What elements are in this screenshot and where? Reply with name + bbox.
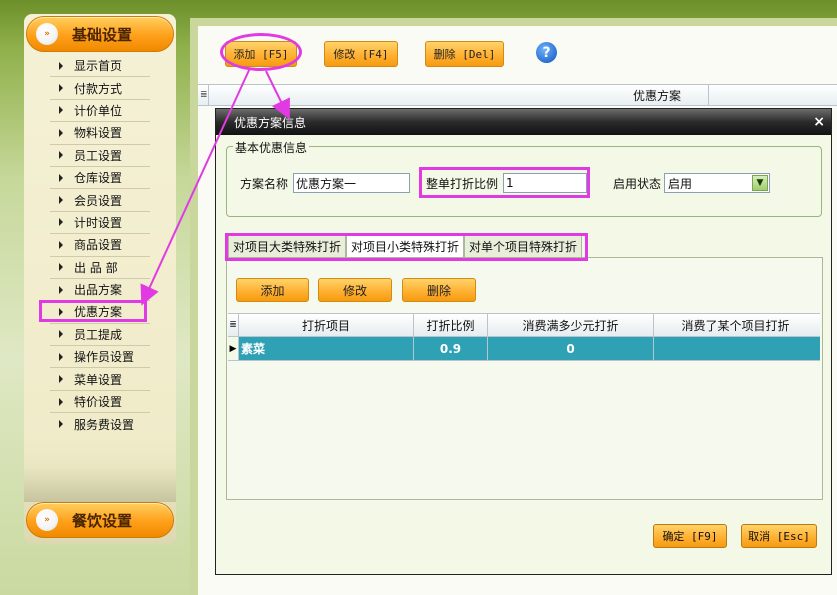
table-cell[interactable]: 素菜 [239,337,414,360]
sidebar-item-warehouse-settings[interactable]: 仓库设置 [50,167,150,190]
category-basic-settings-label: 基础设置 [72,25,133,44]
table-row[interactable]: ▶ 素菜 0.9 0 [228,337,820,361]
edit-button[interactable]: 修改 [F4] [324,41,398,67]
triangle-right-icon [59,240,63,249]
sidebar-item-label: 显示首页 [74,59,123,74]
status-select-value: 启用 [668,176,693,191]
triangle-right-icon [59,106,63,115]
grid-column-divider [208,85,209,105]
sidebar-item-output-dept[interactable]: 出 品 部 [50,257,150,279]
category-basic-settings-button[interactable]: » 基础设置 [26,16,174,52]
category-catering-settings-button[interactable]: » 餐饮设置 [26,502,174,538]
grid-column-divider [708,85,709,105]
row-pointer-icon: ▶ [228,337,239,360]
table-cell[interactable] [654,337,817,360]
sidebar-item-label: 付款方式 [74,81,123,96]
double-chevron-right-icon: » [36,509,58,531]
sidebar-item-payment-methods[interactable]: 付款方式 [50,77,150,100]
triangle-right-icon [59,128,63,137]
sidebar-item-label: 服务费设置 [74,417,135,432]
grid-column-discount-scheme[interactable]: 优惠方案 [408,87,837,104]
sidebar-footer-area [24,468,176,502]
annotation-ellipse-add-button [220,33,302,71]
sidebar-menu: 显示首页 付款方式 计价单位 物料设置 员工设置 仓库设置 会员设置 计时设置 … [50,55,150,436]
column-header[interactable]: 打折项目 [239,314,414,336]
sidebar-item-label: 物料设置 [74,126,123,141]
sidebar-item-output-scheme[interactable]: 出品方案 [50,279,150,302]
table-cell[interactable]: 0.9 [414,337,488,360]
sidebar-item-label: 菜单设置 [74,372,123,387]
tab-panel [226,257,823,500]
scheme-name-field[interactable]: 优惠方案一 [293,173,410,193]
column-header[interactable]: 打折比例 [414,314,488,336]
status-label: 启用状态 [613,177,662,191]
triangle-right-icon [59,352,63,361]
column-header[interactable]: 消费了某个项目打折 [654,314,817,336]
sidebar-item-label: 计时设置 [74,215,123,230]
annotation-box-discount-ratio [419,167,590,198]
annotation-box-tabs [225,233,588,261]
sidebar-item-material-settings[interactable]: 物料设置 [50,122,150,145]
triangle-right-icon [59,420,63,429]
sidebar-item-special-price[interactable]: 特价设置 [50,391,150,414]
sidebar-item-staff-commission[interactable]: 员工提成 [50,324,150,347]
triangle-right-icon [59,285,63,294]
triangle-right-icon [59,84,63,93]
delete-button[interactable]: 删除 [Del] [425,41,504,67]
discount-items-table: ≣ 打折项目 打折比例 消费满多少元打折 消费了某个项目打折 ▶ 素菜 0.9 … [228,313,820,361]
ok-button[interactable]: 确定 [F9] [653,524,727,548]
sidebar-item-label: 仓库设置 [74,171,123,186]
dialog-title: 优惠方案信息 [234,115,307,130]
sidebar-item-staff-settings[interactable]: 员工设置 [50,145,150,167]
triangle-right-icon [59,196,63,205]
sidebar-item-display-home[interactable]: 显示首页 [50,55,150,78]
table-cell[interactable]: 0 [488,337,654,360]
triangle-right-icon [59,218,63,227]
sidebar-item-label: 出品方案 [74,283,123,298]
status-select[interactable]: 启用 ▼ [664,173,770,193]
group-title: 基本优惠信息 [233,139,310,156]
sidebar-item-pricing-units[interactable]: 计价单位 [50,100,150,123]
sidebar-item-label: 操作员设置 [74,350,135,365]
main-grid-header: ≣ 优惠方案 [198,84,837,106]
chevron-down-icon[interactable]: ▼ [752,175,768,191]
sidebar-item-operator-settings[interactable]: 操作员设置 [50,346,150,369]
grid-menu-icon[interactable]: ≣ [200,90,208,100]
sidebar-item-label: 特价设置 [74,395,123,410]
inner-delete-button[interactable]: 删除 [402,278,476,302]
sidebar-item-label: 员工提成 [74,327,123,342]
triangle-right-icon [59,61,63,70]
inner-edit-button[interactable]: 修改 [318,278,392,302]
dialog-title-bar[interactable]: 优惠方案信息 × [216,109,831,135]
double-chevron-right-icon: » [36,23,58,45]
triangle-right-icon [59,151,63,160]
triangle-right-icon [59,330,63,339]
sidebar-item-label: 会员设置 [74,193,123,208]
sidebar-item-label: 员工设置 [74,148,123,163]
sidebar-item-service-fee[interactable]: 服务费设置 [50,413,150,435]
sidebar-item-product-settings[interactable]: 商品设置 [50,234,150,257]
table-header-row: ≣ 打折项目 打折比例 消费满多少元打折 消费了某个项目打折 [228,313,820,337]
sidebar-item-label: 商品设置 [74,238,123,253]
column-header[interactable]: 消费满多少元打折 [488,314,654,336]
scheme-name-label: 方案名称 [240,177,289,191]
triangle-right-icon [59,397,63,406]
sidebar-item-member-settings[interactable]: 会员设置 [50,189,150,212]
triangle-right-icon [59,375,63,384]
category-catering-settings-label: 餐饮设置 [72,511,133,530]
triangle-right-icon [59,263,63,272]
sidebar-item-label: 计价单位 [74,103,123,118]
sidebar-item-label: 出 品 部 [74,260,118,275]
close-icon[interactable]: × [813,114,825,130]
annotation-box-sidebar-discount [39,300,147,322]
sidebar-item-menu-settings[interactable]: 菜单设置 [50,368,150,391]
grid-menu-icon[interactable]: ≣ [228,314,239,336]
triangle-right-icon [59,173,63,182]
cancel-button[interactable]: 取消 [Esc] [741,524,817,548]
help-icon[interactable]: ? [536,42,557,63]
inner-add-button[interactable]: 添加 [236,278,309,302]
sidebar-item-timing-settings[interactable]: 计时设置 [50,212,150,235]
